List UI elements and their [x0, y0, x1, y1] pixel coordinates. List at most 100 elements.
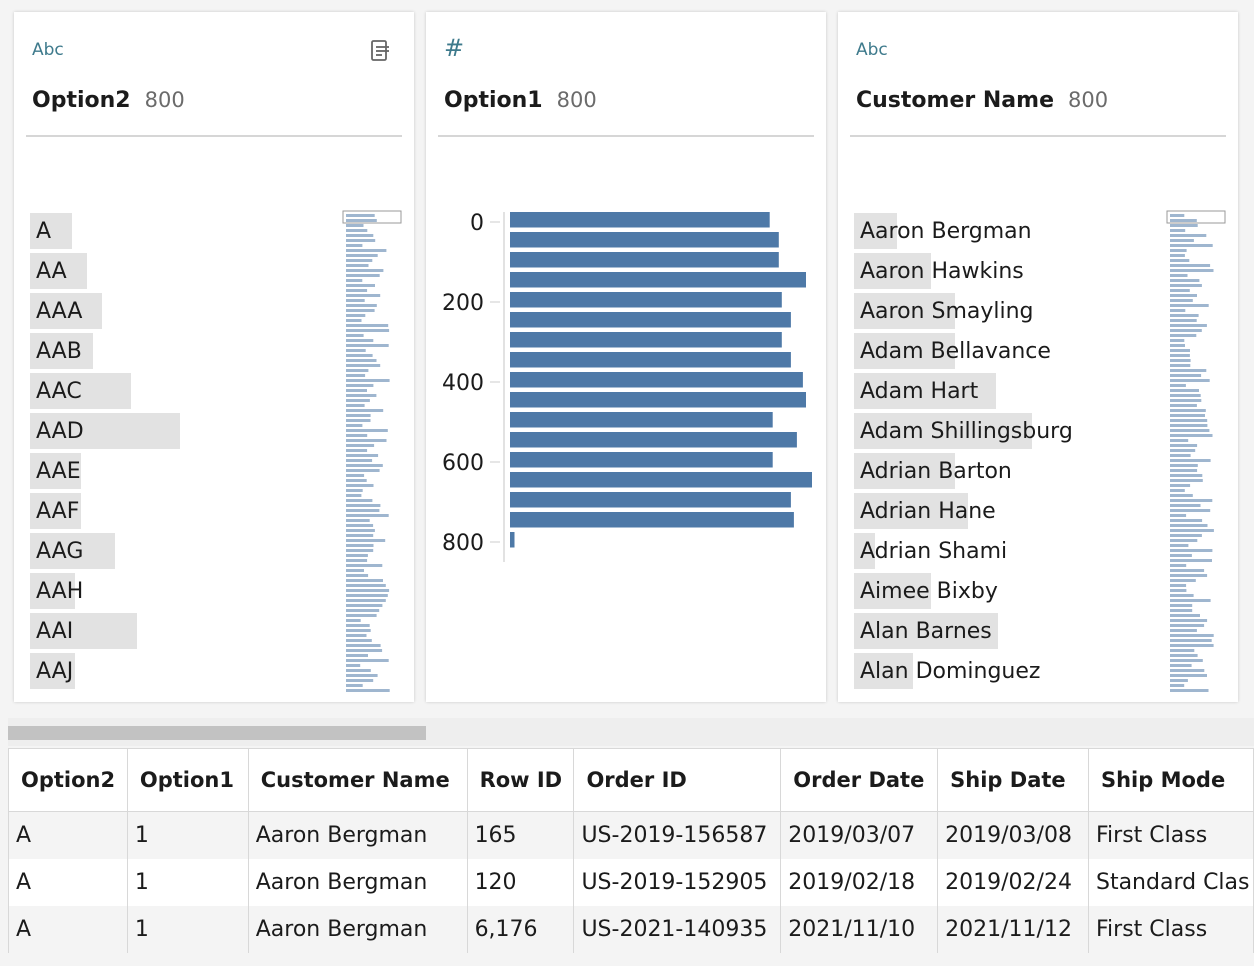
value-row[interactable]: AAD	[30, 413, 350, 453]
table-cell[interactable]: 2019/03/07	[780, 811, 939, 859]
sparkline-bar	[346, 639, 372, 642]
table-cell[interactable]: 1	[126, 906, 249, 953]
sparkline-bar	[1170, 374, 1202, 377]
table-cell[interactable]: Aaron Bergman	[247, 811, 468, 859]
value-distribution-sparkline[interactable]	[342, 210, 402, 692]
value-row[interactable]: AAG	[30, 533, 350, 573]
histogram-bar[interactable]	[510, 472, 812, 488]
table-cell[interactable]: First Class	[1087, 811, 1254, 859]
value-row[interactable]: AAB	[30, 333, 350, 373]
value-row[interactable]: AAI	[30, 613, 350, 653]
table-cell[interactable]: Standard Clas	[1087, 859, 1254, 906]
table-cell[interactable]: US-2019-156587	[573, 811, 782, 859]
sparkline-bar	[346, 354, 373, 357]
histogram-bar[interactable]	[510, 352, 791, 368]
sparkline-bar	[346, 439, 387, 442]
histogram-bar[interactable]	[510, 512, 794, 528]
profile-card-option1[interactable]: # Option1 800 0 200 400 600 800	[426, 12, 826, 702]
column-header[interactable]: Order Date	[780, 748, 939, 812]
value-label: AAC	[36, 379, 82, 404]
sparkline-bar	[1170, 309, 1186, 312]
table-cell[interactable]: 2021/11/10	[780, 906, 939, 953]
details-icon[interactable]	[370, 39, 392, 63]
sparkline-bar	[346, 239, 376, 242]
value-row[interactable]: Adam Shillingsburg	[854, 413, 1174, 453]
histogram-bar[interactable]	[510, 492, 791, 508]
table-cell[interactable]: A	[8, 811, 128, 859]
sparkline-bar	[1170, 664, 1192, 667]
value-row[interactable]: AA	[30, 253, 350, 293]
sparkline-bar	[1170, 564, 1187, 567]
profile-card-customer-name[interactable]: Abc Customer Name 800 Aaron Bergman Aaron …	[838, 12, 1238, 702]
sparkline-bar	[346, 409, 384, 412]
value-row[interactable]: A	[30, 213, 350, 253]
value-row[interactable]: Aaron Bergman	[854, 213, 1174, 253]
value-label: Adrian Hane	[860, 499, 996, 524]
value-row[interactable]: Aaron Smayling	[854, 293, 1174, 333]
column-header[interactable]: Option1	[126, 748, 249, 812]
table-cell[interactable]: 1	[126, 811, 249, 859]
table-cell[interactable]: 2019/02/24	[937, 859, 1089, 906]
value-row[interactable]: AAA	[30, 293, 350, 333]
table-cell[interactable]: First Class	[1087, 906, 1254, 953]
sparkline-bar	[346, 214, 375, 217]
value-row[interactable]: Alan Dominguez	[854, 653, 1174, 693]
value-row[interactable]: Aaron Hawkins	[854, 253, 1174, 293]
value-row[interactable]: AAE	[30, 453, 350, 493]
value-row[interactable]: Adam Hart	[854, 373, 1174, 413]
table-cell[interactable]: 2021/11/12	[937, 906, 1089, 953]
value-distribution-sparkline[interactable]	[1166, 210, 1226, 692]
column-header[interactable]: Ship Date	[937, 748, 1089, 812]
value-row[interactable]: AAJ	[30, 653, 350, 693]
histogram-bar[interactable]	[510, 392, 806, 408]
column-header[interactable]: Order ID	[573, 748, 782, 812]
table-cell[interactable]: US-2021-140935	[573, 906, 782, 953]
value-row[interactable]: Adrian Hane	[854, 493, 1174, 533]
sparkline-bar	[1170, 299, 1193, 302]
value-row[interactable]: AAH	[30, 573, 350, 613]
histogram-bar[interactable]	[510, 532, 515, 548]
value-row[interactable]: Adrian Barton	[854, 453, 1174, 493]
table-cell[interactable]: 2019/02/18	[780, 859, 939, 906]
value-row[interactable]: AAC	[30, 373, 350, 413]
value-row[interactable]: Adrian Shami	[854, 533, 1174, 573]
column-header[interactable]: Customer Name	[247, 748, 468, 812]
table-cell[interactable]: 165	[466, 811, 575, 859]
value-row[interactable]: Adam Bellavance	[854, 333, 1174, 373]
sparkline-bar	[1170, 534, 1202, 537]
profile-card-option2[interactable]: Abc Option2 800 A AA AAA AAB AAC AAD AAE AAF AAG A…	[14, 12, 414, 702]
histogram-bar[interactable]	[510, 372, 803, 388]
value-row[interactable]: Aimee Bixby	[854, 573, 1174, 613]
value-row[interactable]: AAF	[30, 493, 350, 533]
histogram-chart[interactable]: 0 200 400 600 800	[426, 202, 826, 572]
value-row[interactable]: Alan Barnes	[854, 613, 1174, 653]
table-cell[interactable]: Aaron Bergman	[247, 906, 468, 953]
histogram-bar[interactable]	[510, 412, 773, 428]
table-cell[interactable]: Aaron Bergman	[247, 859, 468, 906]
histogram-bar[interactable]	[510, 432, 797, 448]
histogram-bar[interactable]	[510, 452, 773, 468]
table-cell[interactable]: 120	[466, 859, 575, 906]
table-cell[interactable]: US-2019-152905	[573, 859, 782, 906]
table-row[interactable]: A 1 Aaron Bergman 120 US-2019-152905 2019/02/…	[8, 859, 1254, 906]
table-cell[interactable]: 2019/03/08	[937, 811, 1089, 859]
column-header[interactable]: Row ID	[466, 748, 575, 812]
table-cell[interactable]: 6,176	[466, 906, 575, 953]
table-cell[interactable]: A	[8, 906, 128, 953]
scrollbar-thumb[interactable]	[8, 726, 426, 740]
histogram-bar[interactable]	[510, 232, 779, 248]
sparkline-bar	[1170, 234, 1207, 237]
table-cell[interactable]: 1	[126, 859, 249, 906]
table-row[interactable]: A 1 Aaron Bergman 165 US-2019-156587 2019/03/…	[8, 811, 1254, 859]
histogram-bar[interactable]	[510, 332, 782, 348]
column-header[interactable]: Option2	[8, 748, 128, 812]
table-row[interactable]: A 1 Aaron Bergman 6,176 US-2021-140935 2021/1…	[8, 906, 1254, 953]
histogram-bar[interactable]	[510, 252, 779, 268]
histogram-bar[interactable]	[510, 312, 791, 328]
histogram-bar[interactable]	[510, 272, 806, 288]
sparkline-bar	[346, 414, 371, 417]
column-header[interactable]: Ship Mode	[1087, 748, 1254, 812]
histogram-bar[interactable]	[510, 212, 770, 228]
table-cell[interactable]: A	[8, 859, 128, 906]
histogram-bar[interactable]	[510, 292, 782, 308]
